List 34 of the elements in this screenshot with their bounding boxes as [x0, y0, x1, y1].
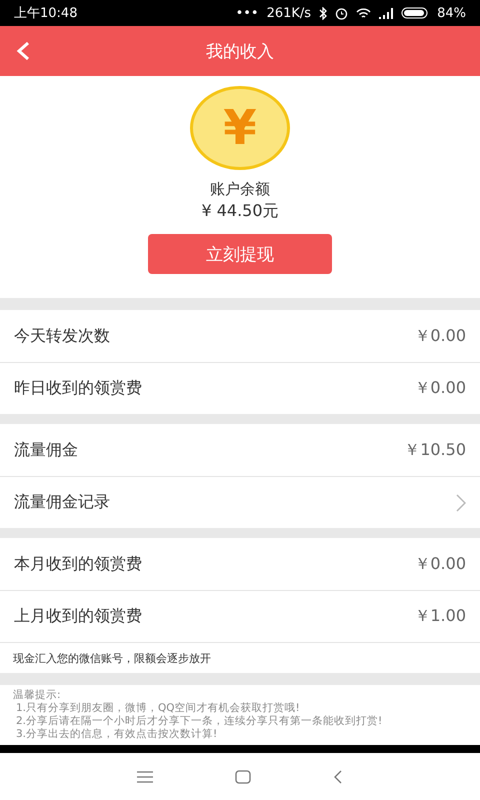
- row-label: 流量佣金: [14, 440, 78, 460]
- back-icon[interactable]: [16, 41, 30, 61]
- status-time: 上午10:48: [14, 5, 78, 22]
- home-icon[interactable]: [235, 770, 251, 784]
- note-text: 现金汇入您的微信账号，限额会逐步放开: [13, 650, 211, 666]
- row-label: 上月收到的领赏费: [14, 606, 142, 627]
- signal-icon: [379, 8, 394, 18]
- row-label: 本月收到的领赏费: [14, 554, 142, 574]
- wifi-icon: [356, 8, 372, 18]
- bluetooth-icon: [319, 6, 328, 20]
- notification-dots: •••: [236, 6, 259, 20]
- row-value: ￥0.00: [414, 326, 466, 346]
- row-label: 昨日收到的领赏费: [14, 378, 142, 399]
- balance-amount: ¥ 44.50元: [201, 201, 279, 222]
- tip-line: 3.分享出去的信息，有效点击按次数计算!: [15, 728, 218, 741]
- network-speed: 261K/s: [266, 6, 312, 20]
- coin-icon: ¥: [190, 86, 290, 170]
- battery-icon: [401, 7, 430, 19]
- menu-icon[interactable]: [137, 770, 153, 782]
- alarm-icon: [335, 6, 348, 20]
- back-nav-icon[interactable]: [333, 770, 343, 784]
- page-title: 我的收入: [206, 40, 274, 62]
- row-value: ￥0.00: [414, 554, 466, 574]
- tips-title: 温馨提示:: [13, 689, 62, 702]
- battery-percent: 84%: [437, 6, 466, 20]
- balance-label: 账户余额: [210, 180, 270, 199]
- row-value: ￥1.00: [414, 606, 466, 627]
- tip-line: 1.只有分享到朋友圈，微博，QQ空间才有机会获取打赏哦!: [15, 702, 301, 715]
- tip-line: 2.分享后请在隔一个小时后才分享下一条，连续分享只有第一条能收到打赏!: [15, 715, 384, 728]
- row-value: ￥10.50: [404, 440, 466, 460]
- chevron-icon: [456, 494, 466, 512]
- row-label: 今天转发次数: [14, 326, 110, 346]
- row-label: 流量佣金记录: [14, 492, 110, 513]
- row-value: ￥0.00: [414, 378, 466, 399]
